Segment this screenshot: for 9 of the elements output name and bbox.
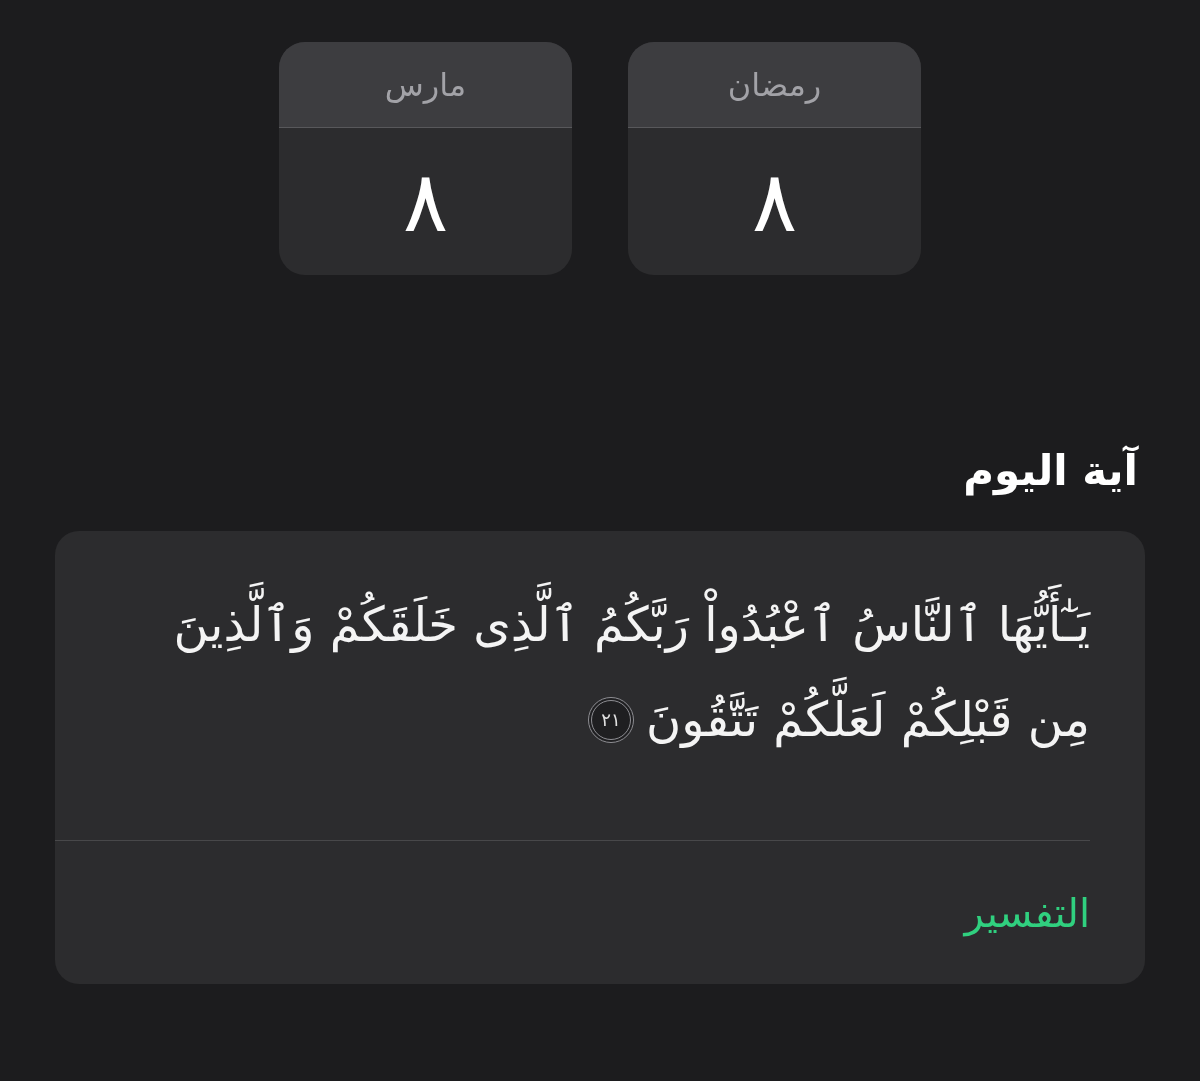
day-number: ٨ bbox=[402, 153, 449, 250]
month-label: مارس bbox=[384, 64, 467, 106]
verse-number: ٢١ bbox=[587, 696, 634, 743]
day-number: ٨ bbox=[751, 153, 798, 250]
verse-line: يَـٰٓأَيُّهَا ٱلنَّاسُ ٱعْبُدُواْ رَبَّكُمُ ٱلَّذِى خَلَقَكُمْ وَٱلَّذِينَ bbox=[173, 577, 1090, 672]
tafsir-link[interactable]: التفسير bbox=[964, 886, 1090, 939]
month-label: رمضان bbox=[727, 64, 822, 106]
verse-line: مِن قَبْلِكُمْ لَعَلَّكُمْ تَتَّقُونَ bbox=[645, 672, 1090, 767]
section-title: آية اليوم bbox=[963, 444, 1138, 498]
